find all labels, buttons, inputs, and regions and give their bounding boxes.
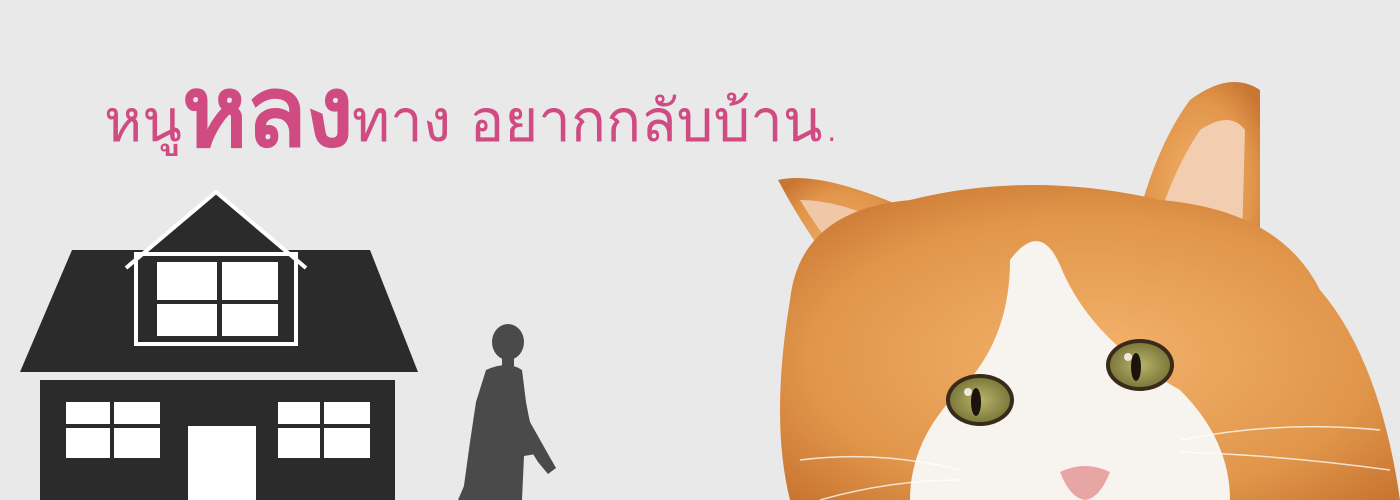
- walking-person-icon: [458, 324, 556, 500]
- headline-prefix: หนู: [104, 87, 182, 155]
- cat-icon: [778, 82, 1400, 500]
- headline-emphasis: หลง: [181, 53, 354, 170]
- house-icon: [20, 189, 418, 500]
- headline: หนู หลง ทาง อยากกลับบ้าน.: [104, 48, 841, 168]
- banner: หนู หลง ทาง อยากกลับบ้าน.: [0, 0, 1400, 500]
